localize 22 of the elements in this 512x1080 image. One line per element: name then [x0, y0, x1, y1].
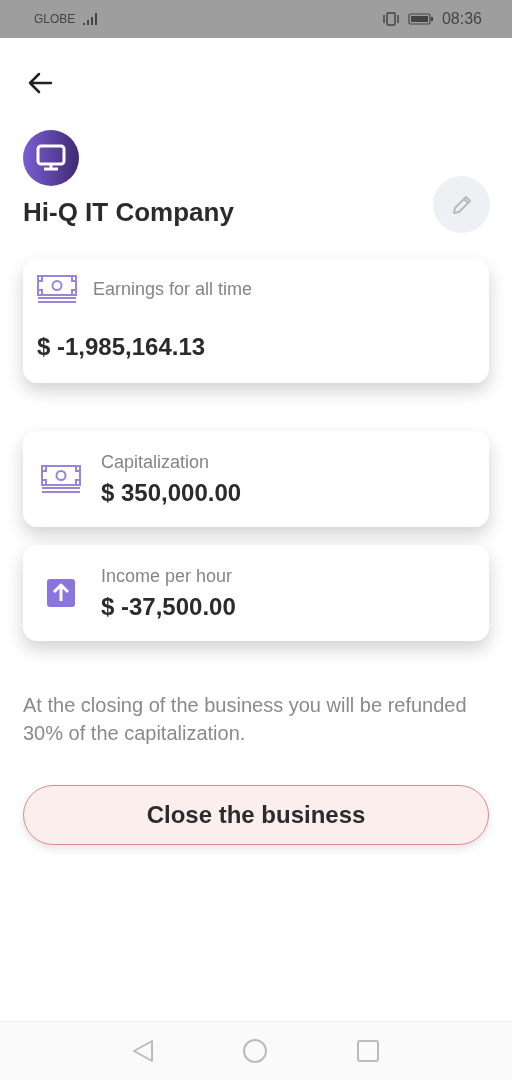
banknote-icon: [37, 275, 77, 303]
card-label: Income per hour: [101, 565, 234, 587]
card-label: Earnings for all time: [93, 278, 253, 300]
signal-icon: [83, 13, 100, 25]
card-label: Capitalization: [101, 451, 211, 473]
company-avatar: [23, 130, 79, 186]
vibrate-icon: [381, 12, 400, 26]
arrow-up-icon: [47, 579, 75, 607]
home-icon[interactable]: [242, 1038, 268, 1064]
close-business-button[interactable]: Close the business: [23, 785, 489, 845]
clock-time: 08:36: [441, 10, 482, 28]
stat-value: $ 350,000.00: [101, 478, 242, 507]
back-icon[interactable]: [132, 1039, 154, 1063]
stat-value: $ -37,500.00: [101, 592, 236, 621]
company-name: Hi-Q IT Company: [23, 197, 234, 228]
arrow-left-icon: [27, 72, 53, 94]
earnings-value: $ -1,985,164.13: [37, 333, 207, 361]
recents-icon[interactable]: [356, 1039, 380, 1063]
banknote-icon: [41, 465, 81, 493]
carrier-name: GLOBE: [34, 12, 76, 26]
refund-note: At the closing of the business you will be refunded 30% of the capitalization.: [23, 693, 468, 746]
battery-icon: [407, 13, 434, 25]
